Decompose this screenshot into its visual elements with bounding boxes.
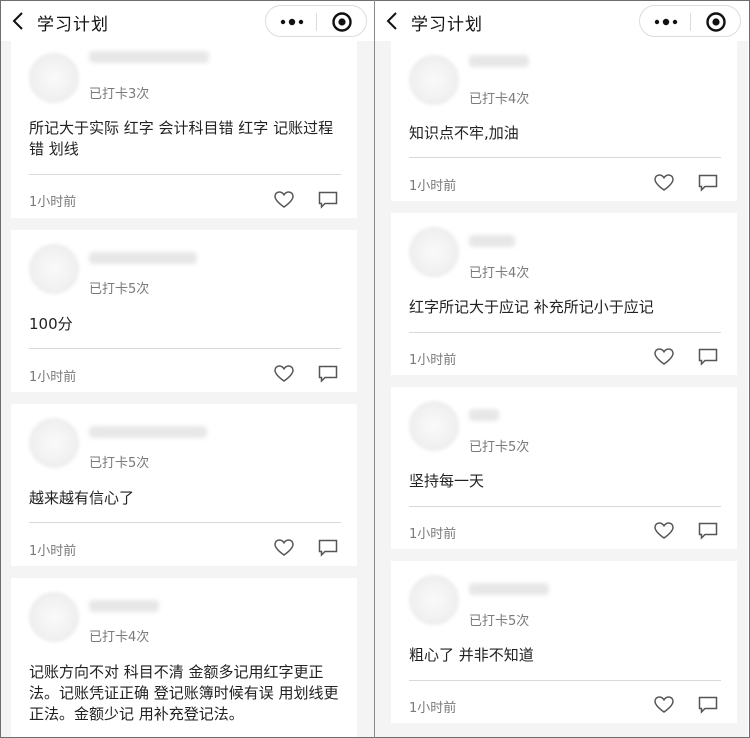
- username-blurred: [469, 583, 549, 595]
- post-time: 1小时前: [409, 527, 457, 542]
- post-content: 知识点不牢,加油: [409, 124, 519, 142]
- post-time: 1小时前: [409, 179, 457, 194]
- username-blurred: [89, 252, 197, 264]
- username-blurred: [469, 55, 529, 67]
- post-card: 已打卡5次 越来越有信心了 1小时前: [11, 404, 357, 566]
- page-title: 学习计划: [37, 15, 109, 35]
- post-content: 粗心了 并非不知道: [409, 646, 534, 664]
- checkin-count: 已打卡3次: [89, 87, 150, 102]
- comment-icon[interactable]: [698, 348, 718, 366]
- post-time: 1小时前: [409, 353, 457, 368]
- comment-icon[interactable]: [698, 696, 718, 714]
- divider: [409, 332, 721, 333]
- checkin-count: 已打卡5次: [469, 440, 530, 455]
- username-blurred: [89, 51, 209, 63]
- avatar: [29, 592, 79, 642]
- post-card: 已打卡4次 知识点不牢,加油 1小时前: [391, 41, 737, 201]
- avatar: [29, 53, 79, 103]
- post-content: 所记大于实际 红字 会计科目错 红字 记账过程错 划线: [29, 119, 334, 158]
- post-content: 红字所记大于应记 补充所记小于应记: [409, 298, 654, 316]
- target-circle-icon[interactable]: [331, 11, 353, 33]
- post-time: 1小时前: [29, 370, 77, 385]
- post-card: 已打卡5次 粗心了 并非不知道 1小时前: [391, 561, 737, 723]
- post-card: 已打卡3次 所记大于实际 红字 会计科目错 红字 记账过程错 划线 1小时前: [11, 41, 357, 218]
- checkin-count: 已打卡5次: [469, 614, 530, 629]
- divider: [29, 348, 341, 349]
- target-circle-icon[interactable]: [705, 11, 727, 33]
- page-title: 学习计划: [411, 15, 483, 35]
- comment-icon[interactable]: [318, 191, 338, 209]
- post-card: 已打卡5次 坚持每一天 1小时前: [391, 387, 737, 549]
- capsule-divider: [690, 13, 691, 31]
- divider: [29, 174, 341, 175]
- heart-icon[interactable]: [654, 522, 674, 540]
- chevron-left-icon[interactable]: [9, 9, 29, 33]
- heart-icon[interactable]: [274, 191, 294, 209]
- heart-icon[interactable]: [654, 174, 674, 192]
- comment-icon[interactable]: [318, 539, 338, 557]
- nav-bar: 学习计划: [375, 1, 748, 41]
- divider: [409, 506, 721, 507]
- divider: [409, 680, 721, 681]
- avatar: [409, 55, 459, 105]
- username-blurred: [89, 600, 159, 612]
- avatar: [409, 227, 459, 277]
- divider: [409, 157, 721, 158]
- left-phone-screen: 学习计划 已打卡3次 所记大于实际 红字 会计科目错 红字 记账过程错 划线 1…: [1, 1, 374, 737]
- mini-program-capsule: [265, 5, 367, 37]
- comment-icon[interactable]: [698, 522, 718, 540]
- more-dots-icon[interactable]: [653, 18, 679, 26]
- comment-icon[interactable]: [318, 365, 338, 383]
- heart-icon[interactable]: [274, 539, 294, 557]
- divider: [29, 522, 341, 523]
- nav-bar: 学习计划: [1, 1, 374, 41]
- mini-program-capsule: [639, 5, 741, 37]
- avatar: [409, 401, 459, 451]
- checkin-count: 已打卡4次: [89, 630, 150, 645]
- avatar: [29, 418, 79, 468]
- heart-icon[interactable]: [654, 696, 674, 714]
- checkin-count: 已打卡4次: [469, 266, 530, 281]
- right-phone-screen: 学习计划 已打卡4次 知识点不牢,加油 1小时前 已打卡4次 红字所记大于应记 …: [375, 1, 748, 737]
- post-time: 1小时前: [29, 195, 77, 210]
- post-card: 已打卡4次 记账方向不对 科目不清 金额多记用红字更正法。记账凭证正确 登记账簿…: [11, 578, 357, 737]
- username-blurred: [469, 235, 515, 247]
- post-content: 越来越有信心了: [29, 489, 135, 507]
- checkin-count: 已打卡5次: [89, 456, 150, 471]
- post-content: 100分: [29, 315, 73, 333]
- post-time: 1小时前: [29, 544, 77, 559]
- capsule-divider: [316, 13, 317, 31]
- heart-icon[interactable]: [654, 348, 674, 366]
- checkin-count: 已打卡4次: [469, 92, 530, 107]
- more-dots-icon[interactable]: [279, 18, 305, 26]
- post-card: 已打卡5次 100分 1小时前: [11, 230, 357, 392]
- comment-icon[interactable]: [698, 174, 718, 192]
- username-blurred: [89, 426, 207, 438]
- post-content: 坚持每一天: [409, 472, 485, 490]
- avatar: [29, 244, 79, 294]
- chevron-left-icon[interactable]: [383, 9, 403, 33]
- avatar: [409, 575, 459, 625]
- heart-icon[interactable]: [274, 365, 294, 383]
- post-card: 已打卡4次 红字所记大于应记 补充所记小于应记 1小时前: [391, 213, 737, 375]
- username-blurred: [469, 409, 499, 421]
- checkin-count: 已打卡5次: [89, 282, 150, 297]
- post-content: 记账方向不对 科目不清 金额多记用红字更正法。记账凭证正确 登记账簿时候有误 用…: [29, 663, 339, 723]
- post-time: 1小时前: [409, 701, 457, 716]
